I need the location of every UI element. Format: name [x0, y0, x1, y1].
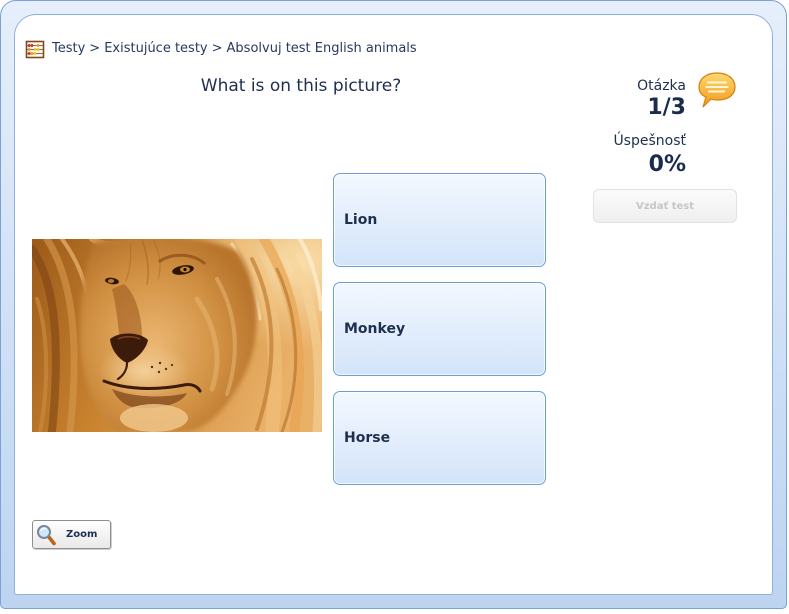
answer-label: Monkey: [344, 321, 406, 337]
give-up-label: Vzdať test: [635, 200, 695, 212]
answer-label: Horse: [344, 430, 391, 446]
question-counter-label: Otázka: [637, 78, 686, 94]
breadcrumb-separator: >: [89, 41, 101, 56]
answer-button-horse[interactable]: Horse: [333, 391, 546, 485]
window-frame: Testy > Existujúce testy > Absolvuj test…: [0, 0, 787, 609]
breadcrumb-separator: >: [211, 41, 223, 56]
success-rate-value: 0%: [648, 152, 686, 177]
answer-label: Lion: [344, 212, 378, 228]
question-text: What is on this picture?: [200, 76, 402, 96]
breadcrumb: Testy > Existujúce testy > Absolvuj test…: [25, 39, 417, 59]
speech-bubble-icon: [698, 72, 736, 108]
magnifier-icon: [37, 525, 56, 546]
lion-muzzle: [98, 343, 190, 399]
question-picture: [32, 239, 322, 432]
breadcrumb-current-page: Absolvuj test English animals: [226, 41, 417, 56]
breadcrumb-link-existing-tests[interactable]: Existujúce testy: [104, 41, 207, 57]
zoom-button[interactable]: Zoom: [32, 520, 111, 549]
answer-button-lion[interactable]: Lion: [333, 173, 546, 267]
success-rate-label: Úspešnosť: [613, 133, 686, 149]
breadcrumb-link-tests[interactable]: Testy: [52, 41, 85, 57]
question-counter-value: 1/3: [647, 95, 686, 120]
test-panel: Testy > Existujúce testy > Absolvuj test…: [14, 14, 773, 595]
lion-chin: [120, 404, 188, 432]
answer-button-monkey[interactable]: Monkey: [333, 282, 546, 376]
give-up-button[interactable]: Vzdať test: [593, 189, 737, 223]
zoom-label: Zoom: [66, 529, 98, 540]
abacus-icon: [25, 40, 45, 58]
